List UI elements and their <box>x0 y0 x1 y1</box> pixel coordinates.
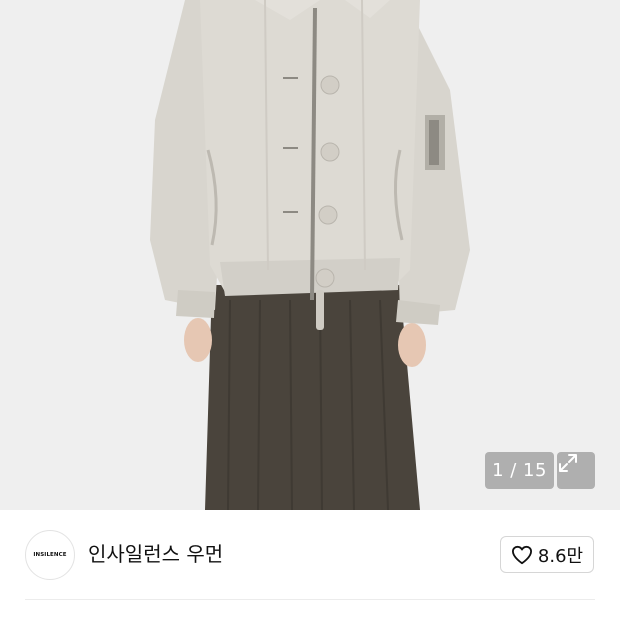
store-name[interactable]: 인사일런스 우먼 <box>88 540 223 568</box>
product-photo <box>0 0 620 510</box>
expand-button[interactable] <box>557 452 595 489</box>
store-logo[interactable]: INSILENCE <box>25 530 75 580</box>
like-button[interactable]: 8.6만 <box>500 536 594 573</box>
product-image-carousel[interactable]: 1 / 15 <box>0 0 620 510</box>
store-info-bar: INSILENCE 인사일런스 우먼 8.6만 <box>0 510 620 620</box>
store-logo-text: INSILENCE <box>33 552 67 558</box>
expand-icon <box>559 454 577 472</box>
like-count: 8.6만 <box>537 545 584 567</box>
image-pager: 1 / 15 <box>485 452 554 489</box>
heart-outline-icon <box>511 545 532 564</box>
divider <box>25 599 595 600</box>
